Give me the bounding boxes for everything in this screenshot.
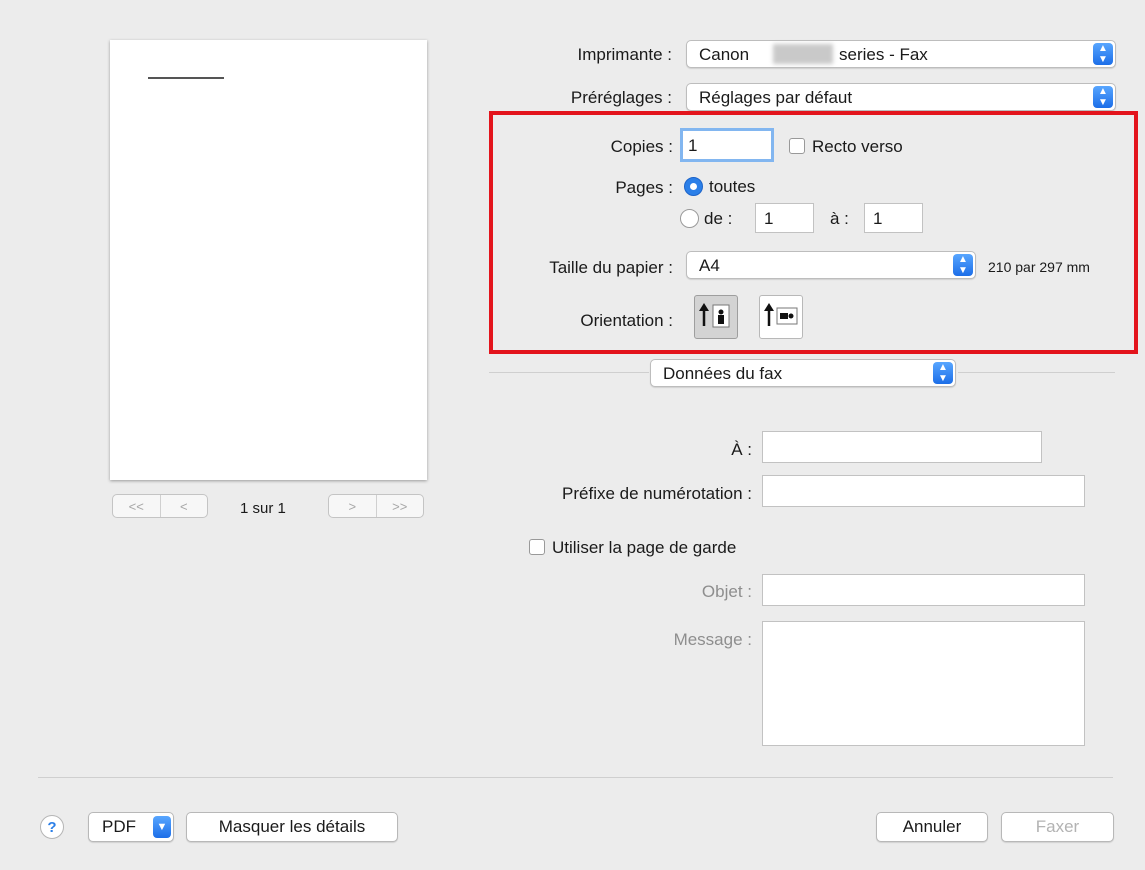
subject-field[interactable] (762, 574, 1085, 606)
page-indicator: 1 sur 1 (240, 500, 286, 517)
cancel-button[interactable]: Annuler (876, 812, 988, 842)
range-to-field[interactable]: 1 (864, 203, 923, 233)
to-field[interactable] (762, 431, 1042, 463)
section-separator-right (958, 372, 1115, 373)
paper-dimensions: 210 par 297 mm (988, 259, 1090, 275)
footer-separator (38, 777, 1113, 778)
subject-label: Objet : (701, 582, 752, 601)
range-from-label: de : (704, 209, 733, 228)
paper-size-label: Taille du papier : (549, 258, 673, 277)
pages-all-radio[interactable] (684, 177, 703, 196)
updown-chevron-icon: ▲ ▼ (953, 254, 973, 276)
last-page-button[interactable]: >> (375, 495, 424, 517)
printer-value-suffix: series - Fax (839, 45, 928, 64)
pdf-menu-button[interactable]: PDF ▼ (88, 812, 174, 842)
duplex-label: Recto verso (812, 137, 903, 156)
paper-size-popup[interactable]: A4 ▲ ▼ (686, 251, 976, 279)
paper-size-value: A4 (699, 256, 720, 275)
section-value: Données du fax (663, 364, 783, 383)
message-field[interactable] (762, 621, 1085, 746)
printer-value-prefix: Canon (699, 45, 750, 64)
portrait-orientation-button[interactable] (694, 295, 738, 339)
fax-button[interactable]: Faxer (1001, 812, 1114, 842)
presets-label: Préréglages : (570, 88, 672, 107)
pages-all-label: toutes (709, 177, 756, 196)
pages-range-radio[interactable] (680, 209, 699, 228)
printer-label: Imprimante : (577, 45, 672, 64)
range-from-field[interactable]: 1 (755, 203, 814, 233)
landscape-orientation-icon (764, 303, 798, 326)
orientation-label: Orientation : (580, 311, 673, 330)
cover-page-checkbox[interactable] (529, 539, 545, 555)
dial-prefix-label: Préfixe de numérotation : (562, 484, 752, 503)
pdf-label: PDF (102, 817, 136, 836)
updown-chevron-icon: ▲ ▼ (933, 362, 953, 384)
section-separator-left (489, 372, 649, 373)
pages-label: Pages : (615, 178, 673, 197)
next-page-button[interactable]: > (329, 495, 376, 517)
copies-label: Copies : (610, 137, 673, 156)
presets-popup[interactable]: Réglages par défaut ▲ ▼ (686, 83, 1116, 111)
copies-value: 1 (688, 136, 698, 155)
copies-field[interactable]: 1 (680, 128, 774, 162)
duplex-checkbox[interactable] (789, 138, 805, 154)
redacted-model (773, 44, 833, 64)
preview-forward-nav: > >> (328, 494, 424, 518)
printer-popup[interactable]: Canon series - Fax ▲ ▼ (686, 40, 1116, 68)
preview-back-nav: << < (112, 494, 208, 518)
preview-text-line (148, 77, 224, 79)
portrait-orientation-icon (699, 303, 730, 328)
message-label: Message : (673, 630, 752, 649)
updown-chevron-icon: ▲ ▼ (1093, 86, 1113, 108)
range-to-label: à : (830, 209, 849, 228)
range-from-value: 1 (764, 209, 774, 228)
dial-prefix-field[interactable] (762, 475, 1085, 507)
to-label: À : (731, 440, 752, 459)
first-page-button[interactable]: << (113, 495, 160, 517)
previous-page-button[interactable]: < (159, 495, 208, 517)
range-to-value: 1 (873, 209, 883, 228)
landscape-orientation-button[interactable] (759, 295, 803, 339)
presets-value: Réglages par défaut (699, 88, 853, 107)
help-button[interactable]: ? (40, 815, 64, 839)
chevron-down-icon: ▼ (153, 816, 171, 838)
print-preview-page (110, 40, 427, 480)
section-popup[interactable]: Données du fax ▲ ▼ (650, 359, 956, 387)
updown-chevron-icon: ▲ ▼ (1093, 43, 1113, 65)
cover-page-label: Utiliser la page de garde (552, 538, 737, 557)
hide-details-button[interactable]: Masquer les détails (186, 812, 398, 842)
